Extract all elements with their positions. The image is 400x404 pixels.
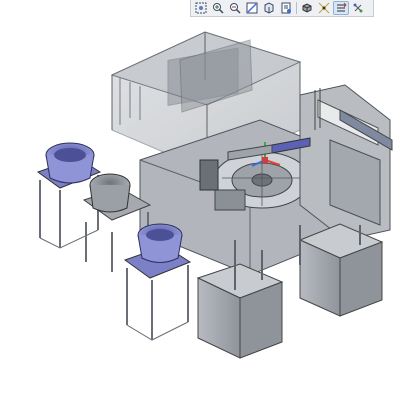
spin-center-icon[interactable] [333,1,349,15]
vibratory-bowl-feeder-front [123,223,192,341]
zoom-in-icon[interactable] [210,1,226,15]
collection-bin-right [298,223,384,317]
collection-bin-left [196,263,284,359]
refit-icon[interactable] [244,1,260,15]
zoom-window-icon[interactable] [193,1,209,15]
assembly-model [36,31,393,359]
saved-view-icon[interactable] [261,1,277,15]
zoom-out-icon[interactable] [227,1,243,15]
repaint-icon[interactable] [278,1,294,15]
toolbar-separator [296,2,297,14]
display-style-icon[interactable] [299,1,315,15]
model-viewport[interactable] [0,18,400,400]
datum-display-icon[interactable] [316,1,332,15]
vibratory-bowl-feeder-left [36,142,102,249]
view-manager-icon[interactable] [350,1,366,15]
view-toolbar [190,0,374,17]
